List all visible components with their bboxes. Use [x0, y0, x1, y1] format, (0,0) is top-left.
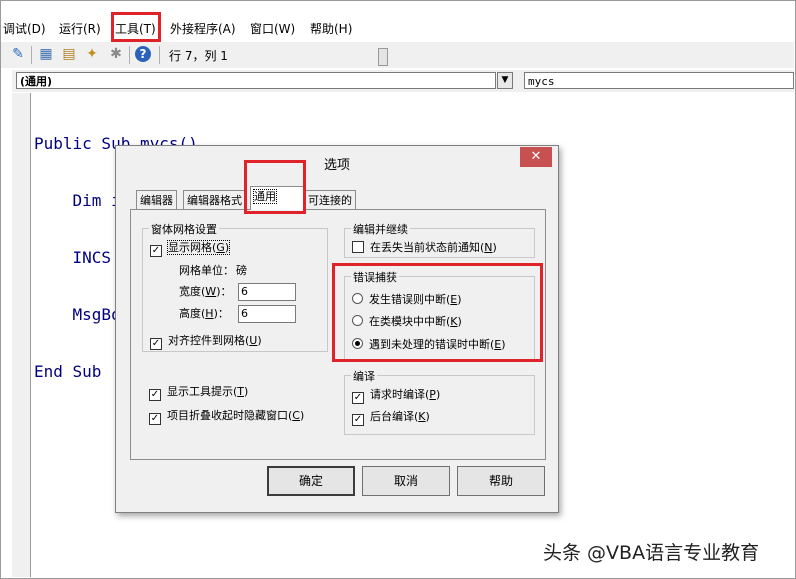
toolbar-separator [159, 46, 160, 64]
grid-width-input[interactable]: 6 [238, 283, 296, 301]
width-label: 宽度(W)： [179, 285, 232, 298]
annotation-error-trapping-highlight [332, 263, 543, 362]
background-compile-check-mark: ✓ [352, 414, 364, 426]
show-tooltips-checkbox[interactable]: ✓ 显示工具提示(T) [149, 385, 248, 401]
dialog-titlebar[interactable]: 选项 ✕ [116, 146, 558, 176]
toolbar-grip[interactable] [378, 48, 388, 66]
design-mode-icon[interactable]: ✎ [9, 45, 27, 63]
help-icon[interactable]: ? [135, 46, 151, 62]
grid-settings-group: 窗体网格设置 ✓ 显示网格(G) 网格单位：磅 宽度(W)： 6 高度(H)： 6… [142, 221, 328, 352]
show-grid-check-mark: ✓ [150, 245, 162, 257]
align-to-grid-check-mark: ✓ [150, 338, 162, 350]
notify-state-loss-checkbox[interactable]: 在丢失当前状态前通知(N) [352, 241, 497, 255]
tab-editor-format[interactable]: 编辑器格式 [183, 190, 246, 209]
cursor-position-readout: 行 7，列 1 [169, 49, 228, 63]
collapse-hide-check-mark: ✓ [149, 413, 161, 425]
menu-debug[interactable]: 调试(D) [3, 20, 46, 37]
toolbar: ✎ ▦ ▤ ✦ ✱ ? 行 7，列 1 [1, 42, 794, 68]
tab-docking[interactable]: 可连接的 [304, 190, 356, 209]
procedure-combo[interactable]: mycs [524, 72, 794, 89]
compile-group: 编译 ✓ 请求时编译(P) ✓ 后台编译(K) [344, 368, 535, 435]
height-label: 高度(H)： [179, 307, 229, 320]
tab-editor[interactable]: 编辑器 [136, 190, 177, 209]
object-combo[interactable]: (通用) [16, 72, 496, 89]
toolbar-separator [31, 46, 32, 64]
code-combo-row: (通用) ▼ mycs [12, 70, 794, 92]
collapse-hide-checkbox[interactable]: ✓ 项目折叠收起时隐藏窗口(C) [149, 409, 304, 425]
compile-on-demand-check-mark: ✓ [352, 392, 364, 404]
grid-unit-label: 网格单位： [179, 264, 234, 277]
notify-state-loss-check-mark [352, 241, 364, 253]
menu-window[interactable]: 窗口(W) [250, 20, 295, 37]
toolbar-separator [129, 46, 130, 64]
align-to-grid-checkbox[interactable]: ✓ 对齐控件到网格(U) [150, 334, 262, 350]
background-compile-checkbox[interactable]: ✓ 后台编译(K) [352, 410, 430, 426]
cancel-button[interactable]: 取消 [362, 466, 450, 496]
toolbox-icon[interactable]: ✱ [107, 45, 125, 63]
annotation-general-tab-highlight [244, 160, 306, 214]
grid-height-input[interactable]: 6 [238, 305, 296, 323]
show-tooltips-check-mark: ✓ [149, 389, 161, 401]
watermark: 头条 @VBA语言专业教育 [543, 542, 760, 564]
menu-addins[interactable]: 外接程序(A) [170, 20, 236, 37]
object-browser-icon[interactable]: ✦ [83, 45, 101, 63]
project-explorer-icon[interactable]: ▦ [37, 45, 55, 63]
ok-button[interactable]: 确定 [267, 466, 355, 496]
dialog-title: 选项 [323, 158, 350, 173]
grid-unit-value: 磅 [236, 264, 247, 277]
properties-window-icon[interactable]: ▤ [60, 45, 78, 63]
close-button[interactable]: ✕ [520, 147, 552, 167]
compile-on-demand-checkbox[interactable]: ✓ 请求时编译(P) [352, 388, 440, 404]
grid-settings-title: 窗体网格设置 [149, 221, 219, 237]
menu-run[interactable]: 运行(R) [59, 20, 101, 37]
close-icon: ✕ [530, 149, 542, 164]
annotation-tools-highlight [111, 12, 161, 42]
help-button[interactable]: 帮助 [457, 466, 545, 496]
grid-unit-row: 网格单位：磅 [179, 264, 247, 278]
show-grid-checkbox[interactable]: ✓ 显示网格(G) [150, 240, 231, 257]
menu-help[interactable]: 帮助(H) [310, 20, 352, 37]
compile-title: 编译 [351, 368, 377, 384]
code-margin-bar[interactable] [12, 93, 31, 577]
edit-continue-group: 编辑并继续 在丢失当前状态前通知(N) [344, 221, 535, 258]
object-combo-chevron-down-icon[interactable]: ▼ [497, 72, 513, 89]
edit-continue-title: 编辑并继续 [351, 221, 410, 237]
